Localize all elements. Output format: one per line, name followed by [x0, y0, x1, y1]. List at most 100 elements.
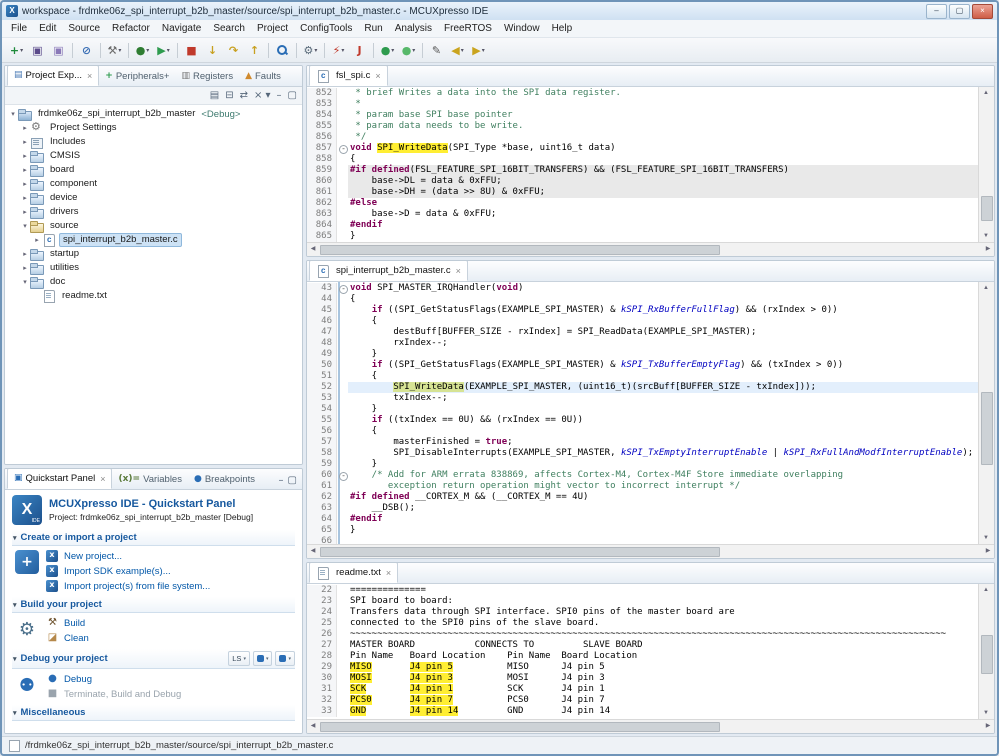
- save-all-button[interactable]: ▣: [48, 40, 69, 60]
- scrollbar-thumb[interactable]: [981, 635, 993, 673]
- code-area[interactable]: 852 * brief Writes a data into the SPI d…: [307, 87, 978, 242]
- horizontal-scrollbar[interactable]: ◀ ▶: [307, 242, 994, 256]
- clean-link[interactable]: ◪Clean: [46, 632, 89, 644]
- code-area[interactable]: 43-void SPI_MASTER_IRQHandler(void)44{45…: [307, 282, 978, 544]
- dropdown-arrow-icon[interactable]: ▾: [146, 47, 149, 54]
- code-line[interactable]: 855 * param data needs to be write.: [307, 121, 978, 132]
- section-header-build-your-project[interactable]: ▾Build your project: [12, 597, 295, 613]
- code-line[interactable]: 25connected to the SPI0 pins of the slav…: [307, 618, 978, 629]
- code-line[interactable]: 854 * param base SPI base pointer: [307, 110, 978, 121]
- scroll-down-icon[interactable]: ▼: [979, 230, 993, 242]
- vertical-scrollbar[interactable]: ▲ ▼: [978, 87, 994, 242]
- maximize-window-button[interactable]: ▢: [949, 4, 970, 19]
- code-line[interactable]: 30MOSI J4 pin 3 MOSI J4 pin 3: [307, 673, 978, 684]
- minimize-window-button[interactable]: –: [926, 4, 947, 19]
- tree-item-utilities[interactable]: ▸utilities: [5, 261, 302, 275]
- code-line[interactable]: 44{: [307, 294, 978, 305]
- dropdown-arrow-icon[interactable]: ▾: [482, 47, 485, 54]
- save-button[interactable]: ▣: [27, 40, 48, 60]
- tree-item-source[interactable]: ▾source: [5, 219, 302, 233]
- code-line[interactable]: 66: [307, 536, 978, 544]
- view-menu-icon[interactable]: ▤: [210, 91, 219, 101]
- code-line[interactable]: 864#endif: [307, 220, 978, 231]
- scroll-down-icon[interactable]: ▼: [979, 707, 993, 719]
- code-line[interactable]: 860 base->DL = data & 0xFFU;: [307, 176, 978, 187]
- code-line[interactable]: 54 }: [307, 404, 978, 415]
- tree-item-doc[interactable]: ▾doc: [5, 275, 302, 289]
- section-header-create-or-import-a-project[interactable]: ▾Create or import a project: [12, 530, 295, 546]
- code-line[interactable]: 58 SPI_DisableInterrupts(EXAMPLE_SPI_MAS…: [307, 448, 978, 459]
- scroll-right-icon[interactable]: ▶: [982, 720, 994, 732]
- dropdown-arrow-icon[interactable]: ▾: [341, 47, 344, 54]
- code-line[interactable]: 857-void SPI_WriteData(SPI_Type *base, u…: [307, 143, 978, 154]
- code-line[interactable]: 23SPI board to board:: [307, 596, 978, 607]
- menu-file[interactable]: File: [5, 22, 33, 35]
- code-line[interactable]: 65}: [307, 525, 978, 536]
- code-line[interactable]: 56 {: [307, 426, 978, 437]
- collapse-icon[interactable]: ▾: [13, 655, 17, 663]
- step-into-button[interactable]: ↓: [202, 40, 223, 60]
- vertical-scrollbar[interactable]: ▲ ▼: [978, 282, 994, 544]
- code-line[interactable]: 856 */: [307, 132, 978, 143]
- collapse-icon[interactable]: ▾: [13, 534, 17, 542]
- editor-tab-fsl-spi[interactable]: fsl_spi.c ×: [309, 65, 388, 86]
- code-line[interactable]: 22==============: [307, 585, 978, 596]
- menu-navigate[interactable]: Navigate: [156, 22, 207, 35]
- expander-icon[interactable]: ▸: [20, 264, 30, 272]
- new-wizard-button[interactable]: +▾: [6, 40, 27, 60]
- code-line[interactable]: 45 if ((SPI_GetStatusFlags(EXAMPLE_SPI_M…: [307, 305, 978, 316]
- step-over-button[interactable]: ↷: [223, 40, 244, 60]
- code-line[interactable]: 865}: [307, 231, 978, 242]
- code-line[interactable]: 64#endif: [307, 514, 978, 525]
- scrollbar-thumb[interactable]: [320, 245, 720, 255]
- code-line[interactable]: 852 * brief Writes a data into the SPI d…: [307, 88, 978, 99]
- minimize-view-button[interactable]: –: [279, 476, 284, 486]
- dropdown-arrow-icon[interactable]: ▾: [391, 47, 394, 54]
- code-line[interactable]: 60- /* Add for ARM errata 838869, affect…: [307, 470, 978, 481]
- menu-configtools[interactable]: ConfigTools: [294, 22, 358, 35]
- code-line[interactable]: 50 if ((SPI_GetStatusFlags(EXAMPLE_SPI_M…: [307, 360, 978, 371]
- menu-search[interactable]: Search: [207, 22, 251, 35]
- code-line[interactable]: 863 base->D = data & 0xFFU;: [307, 209, 978, 220]
- probe-status-2-button[interactable]: ●▾: [398, 40, 419, 60]
- expander-icon[interactable]: ▸: [20, 166, 30, 174]
- fold-collapse-icon[interactable]: -: [339, 285, 348, 294]
- dropdown-arrow-icon[interactable]: ▾: [266, 656, 269, 662]
- code-line[interactable]: 27MASTER BOARD CONNECTS TO SLAVE BOARD: [307, 640, 978, 651]
- dropdown-arrow-icon[interactable]: ▾: [314, 47, 317, 54]
- collapse-icon[interactable]: ▾: [13, 709, 17, 717]
- code-line[interactable]: 47 destBuff[BUFFER_SIZE - rxIndex] = SPI…: [307, 327, 978, 338]
- tab-quickstart-panel[interactable]: ▣Quickstart Panel×: [7, 468, 112, 489]
- code-line[interactable]: 63 __DSB();: [307, 503, 978, 514]
- tree-item-frdmke06z-spi-interrupt-b2b-master[interactable]: ▾frdmke06z_spi_interrupt_b2b_master <Deb…: [5, 107, 302, 121]
- collapse-all-button[interactable]: ⊟: [225, 91, 233, 101]
- close-tab-icon[interactable]: ×: [100, 474, 105, 484]
- code-line[interactable]: 24Transfers data through SPI interface. …: [307, 607, 978, 618]
- scroll-right-icon[interactable]: ▶: [982, 243, 994, 255]
- scrollbar-thumb[interactable]: [320, 722, 720, 732]
- import-sdk-example-s-link[interactable]: Import SDK example(s)...: [46, 565, 210, 577]
- fold-collapse-icon[interactable]: -: [339, 472, 348, 481]
- code-line[interactable]: 61 exception return operation might vect…: [307, 481, 978, 492]
- expander-icon[interactable]: ▸: [20, 194, 30, 202]
- maximize-view-button[interactable]: ▢: [288, 91, 297, 101]
- forward-button[interactable]: ▶▾: [468, 40, 489, 60]
- close-tab-icon[interactable]: ×: [456, 266, 461, 276]
- horizontal-scrollbar[interactable]: ◀ ▶: [307, 544, 994, 558]
- scroll-left-icon[interactable]: ◀: [307, 720, 319, 732]
- menu-project[interactable]: Project: [251, 22, 294, 35]
- code-line[interactable]: 43-void SPI_MASTER_IRQHandler(void): [307, 283, 978, 294]
- minimize-view-button[interactable]: –: [277, 91, 282, 101]
- code-line[interactable]: 31SCK J4 pin 1 SCK J4 pin 1: [307, 684, 978, 695]
- debug-link[interactable]: ●Debug: [46, 673, 181, 685]
- close-window-button[interactable]: ×: [972, 4, 993, 19]
- run-button[interactable]: ▶▾: [153, 40, 174, 60]
- tree-item-spi-interrupt-b2b-master-c[interactable]: ▸spi_interrupt_b2b_master.c: [5, 233, 302, 247]
- code-line[interactable]: 46 {: [307, 316, 978, 327]
- last-edit-button[interactable]: ✎: [426, 40, 447, 60]
- expander-icon[interactable]: ▸: [20, 124, 30, 132]
- menu-window[interactable]: Window: [498, 22, 546, 35]
- scroll-up-icon[interactable]: ▲: [979, 584, 993, 596]
- expander-icon[interactable]: ▾: [20, 222, 30, 230]
- filter-button[interactable]: × ▾: [254, 91, 271, 101]
